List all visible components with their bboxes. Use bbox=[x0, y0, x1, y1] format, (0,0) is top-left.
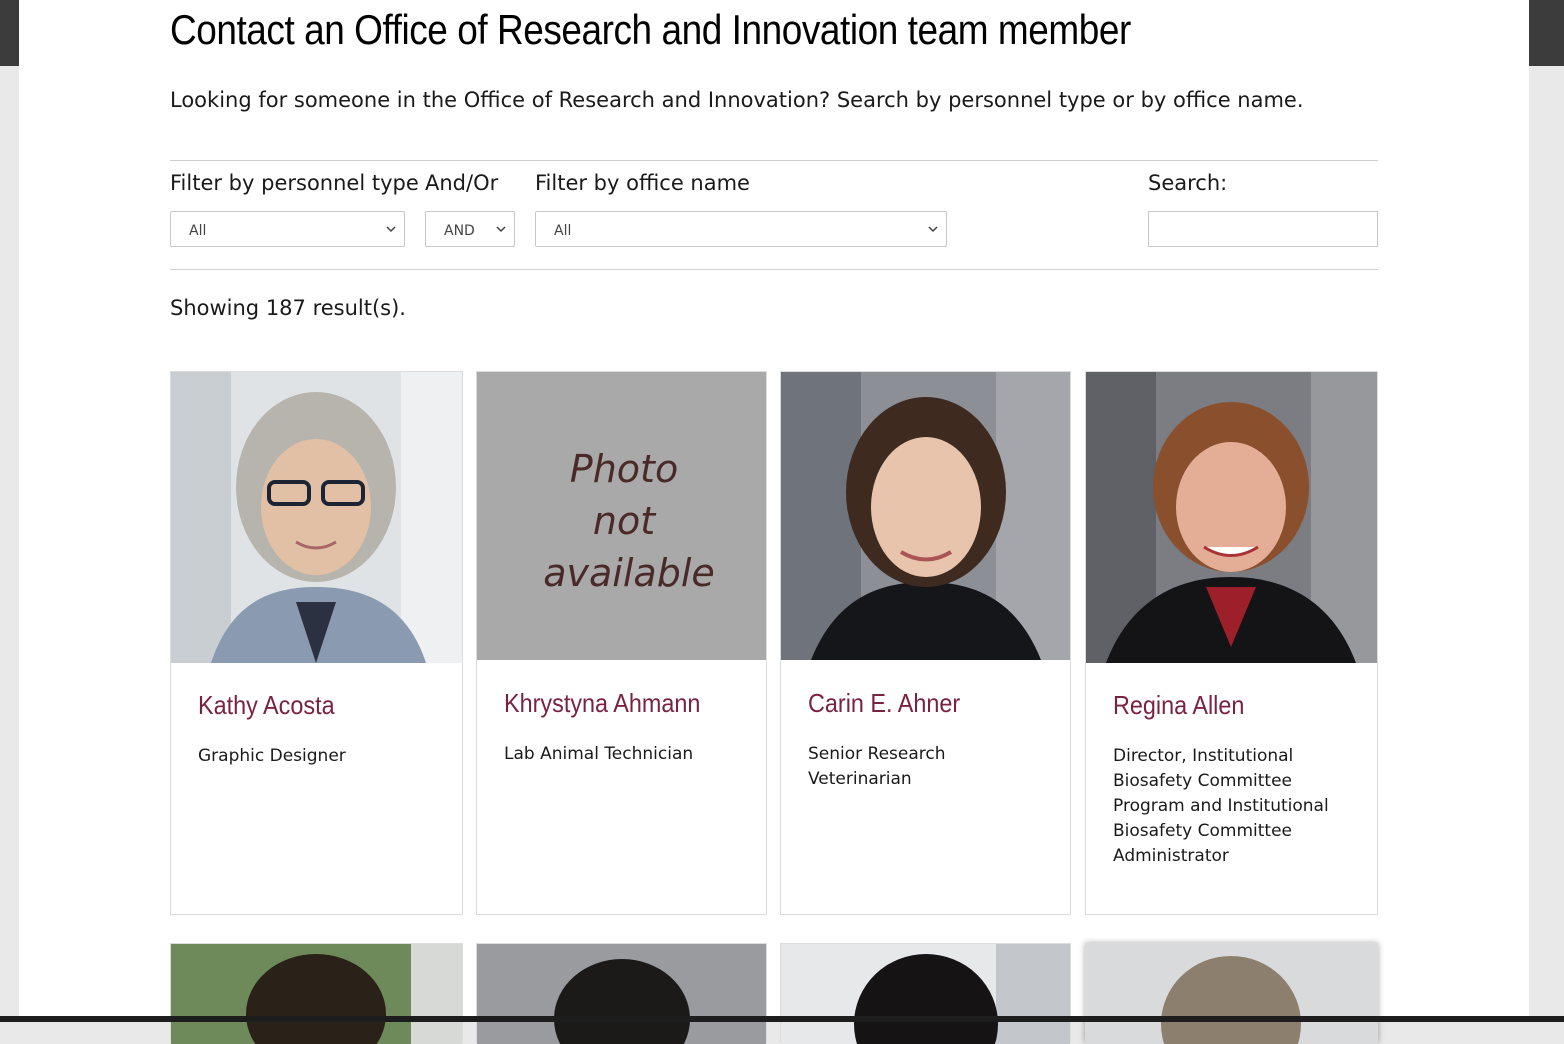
search-input[interactable] bbox=[1148, 211, 1378, 247]
results-count: Showing 187 result(s). bbox=[170, 296, 406, 320]
person-photo bbox=[1086, 372, 1377, 663]
andor-label: And/Or bbox=[425, 171, 499, 195]
personnel-type-select[interactable]: All bbox=[170, 211, 405, 247]
filter-bar: Filter by personnel type All And/Or AND … bbox=[170, 160, 1378, 270]
search-label: Search: bbox=[1148, 171, 1228, 195]
chevron-down-icon bbox=[496, 226, 506, 233]
intro-text: Looking for someone in the Office of Res… bbox=[170, 88, 1304, 112]
person-name[interactable]: Regina Allen bbox=[1113, 690, 1244, 721]
person-title: Senior Research Veterinarian bbox=[808, 744, 946, 789]
person-title: Director, Institutional Biosafety Commit… bbox=[1113, 746, 1329, 866]
person-card[interactable]: Regina Allen Director, Institutional Bio… bbox=[1085, 371, 1378, 915]
andor-select[interactable]: AND bbox=[425, 211, 515, 247]
person-photo bbox=[781, 372, 1070, 660]
person-title: Graphic Designer bbox=[198, 746, 346, 766]
person-name[interactable]: Kathy Acosta bbox=[198, 690, 335, 721]
person-card[interactable]: Carin E. Ahner Senior Research Veterinar… bbox=[780, 371, 1071, 915]
person-card[interactable] bbox=[780, 943, 1071, 1044]
person-photo bbox=[781, 944, 1070, 1044]
person-photo bbox=[477, 944, 766, 1044]
person-photo bbox=[171, 372, 462, 663]
bottom-frame-bar bbox=[0, 1016, 1564, 1022]
office-filter-label: Filter by office name bbox=[535, 171, 750, 195]
person-photo bbox=[1086, 944, 1377, 1044]
office-name-select[interactable]: All bbox=[535, 211, 947, 247]
andor-value: AND bbox=[444, 223, 475, 239]
person-name[interactable]: Khrystyna Ahmann bbox=[504, 688, 700, 719]
top-bar-left-edge bbox=[0, 0, 19, 66]
person-card[interactable] bbox=[1085, 943, 1378, 1044]
top-bar-right-edge bbox=[1529, 0, 1564, 66]
person-card[interactable]: Kathy Acosta Graphic Designer bbox=[170, 371, 463, 915]
chevron-down-icon bbox=[928, 226, 938, 233]
page-container: Contact an Office of Research and Innova… bbox=[19, 0, 1529, 1044]
page-title: Contact an Office of Research and Innova… bbox=[170, 6, 1131, 53]
person-card[interactable] bbox=[170, 943, 463, 1044]
person-card[interactable]: Photo not available Khrystyna Ahmann Lab… bbox=[476, 371, 767, 915]
photo-not-available: Photo not available bbox=[477, 372, 766, 660]
person-card[interactable] bbox=[476, 943, 767, 1044]
photo-placeholder-line: Photo bbox=[570, 447, 678, 491]
person-name[interactable]: Carin E. Ahner bbox=[808, 688, 960, 719]
person-title: Lab Animal Technician bbox=[504, 744, 694, 764]
photo-placeholder-line: available bbox=[543, 551, 715, 595]
personnel-filter-label: Filter by personnel type bbox=[170, 171, 419, 195]
chevron-down-icon bbox=[386, 226, 396, 233]
person-photo bbox=[171, 944, 462, 1044]
office-name-value: All bbox=[554, 223, 572, 239]
personnel-type-value: All bbox=[189, 223, 207, 239]
photo-placeholder-line: not bbox=[593, 499, 657, 543]
